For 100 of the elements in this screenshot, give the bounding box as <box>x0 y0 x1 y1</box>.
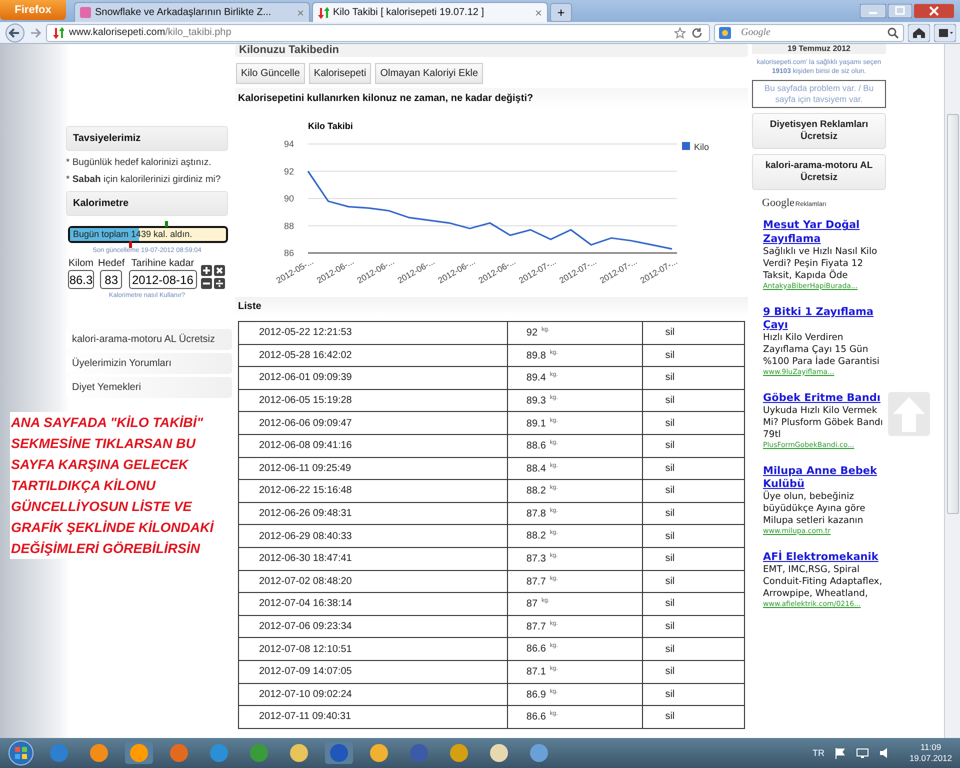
search-engine-icon <box>719 26 733 38</box>
value-field[interactable]: 2012-08-16 <box>128 270 197 289</box>
flag-icon[interactable] <box>834 747 846 759</box>
section-heading: Tavsiyelerimiz <box>66 126 228 151</box>
home-icon[interactable] <box>908 24 930 42</box>
chart-title: Kilo Takibi <box>308 121 353 131</box>
date-cell: 2012-05-22 12:21:53 <box>238 322 508 344</box>
delete-link[interactable]: sil <box>665 666 675 678</box>
ad-text: EMT, IMC,RSG, Spiral Conduit-Fiting Adaptaflex, Arrowpipe, Wheatland, <box>763 564 884 600</box>
delete-link[interactable]: sil <box>665 688 675 700</box>
delete-link[interactable]: sil <box>665 395 675 406</box>
arrows-favicon <box>318 6 329 18</box>
close-window-icon[interactable] <box>914 4 954 18</box>
delete-link[interactable]: sil <box>665 485 675 496</box>
new-tab-button[interactable]: + <box>550 3 572 22</box>
ad-text: Üye olun, bebeğiniz büyüdükçe Ayına göre Milupa setleri kazanın <box>763 490 866 527</box>
delete-link[interactable]: sil <box>665 508 675 520</box>
tab-title: Snowflake ve Arkadaşlarının Birlikte Z... <box>95 7 272 18</box>
minus-icon[interactable] <box>200 278 212 289</box>
scrollbar[interactable] <box>944 44 960 738</box>
plus-icon[interactable] <box>200 265 212 276</box>
page-button[interactable]: Olmayan Kaloriyi Ekle <box>375 63 483 84</box>
delete-link[interactable]: sil <box>665 350 675 361</box>
weight-cell: 88.6 $^{kg.}$ <box>508 434 643 458</box>
weight-cell: 86.6 $^{kg.}$ <box>508 706 643 728</box>
divide-icon[interactable] <box>214 278 225 289</box>
weight-cell: 88.2 $^{kg.}$ <box>508 480 643 502</box>
taskbar-app-icon[interactable] <box>124 741 154 765</box>
delete-link[interactable]: sil <box>665 530 675 542</box>
weight-cell: 89.8 $^{kg.}$ <box>508 344 643 367</box>
delete-link[interactable]: sil <box>665 418 675 429</box>
date-cell: 2012-06-22 15:16:48 <box>238 480 508 502</box>
delete-link[interactable]: sil <box>665 372 675 384</box>
tab-title: Kilo Takibi [ kalorisepeti 19.07.12 ] <box>333 7 486 18</box>
start-button[interactable] <box>8 740 34 766</box>
bookmark-star-icon[interactable] <box>674 26 686 38</box>
ad-title-link[interactable]: Milupa Anne Bebek Kulübü <box>763 464 886 491</box>
delete-link[interactable]: sil <box>665 553 675 564</box>
menu-item[interactable]: kalori-arama-motoru AL Ücretsiz <box>66 329 232 350</box>
network-icon[interactable] <box>856 747 870 759</box>
menu-item[interactable]: Diyet Yemekleri <box>66 377 232 398</box>
browser-tab[interactable]: Kilo Takibi [ kalorisepeti 19.07.12 ] × <box>312 2 548 22</box>
date-cell: 2012-06-29 08:40:33 <box>238 524 508 548</box>
weight-cell: 87.3 $^{kg.}$ <box>508 547 643 570</box>
recommendation-text: *Sabah için kalorilerinizi girdiniz mi? <box>66 174 222 185</box>
target-marker <box>165 221 168 227</box>
promo-button[interactable]: Diyetisyen Reklamları Ücretsiz <box>752 113 886 150</box>
page-button[interactable]: Kalorisepeti <box>308 63 372 84</box>
legend-label: Kilo <box>694 142 710 152</box>
url-text: www.kalorisepeti.com/kilo_takibi.php <box>69 27 232 38</box>
search-field[interactable]: Google <box>714 24 904 42</box>
search-icon[interactable] <box>887 26 899 38</box>
ad-title-link[interactable]: 9 Bitki 1 Zayıflama Çayı <box>763 306 886 332</box>
maximize-icon[interactable] <box>888 4 912 18</box>
clock[interactable]: 11:09 19.07.2012 <box>909 742 952 764</box>
date-cell: 2012-07-08 12:10:51 <box>238 638 508 660</box>
minimize-icon[interactable] <box>860 4 886 18</box>
date-cell: 2012-06-05 15:19:28 <box>238 389 508 412</box>
close-tab-icon[interactable]: × <box>534 6 542 20</box>
date-cell: 2012-07-04 16:38:14 <box>238 592 508 616</box>
weight-cell: 88.4 $^{kg.}$ <box>508 457 643 480</box>
weight-cell: 89.3 $^{kg.}$ <box>508 389 643 412</box>
delete-link[interactable]: sil <box>665 598 675 610</box>
y-axis-label: 94 <box>284 139 294 149</box>
ad-text: Sağlıklı ve Hızlı Nasıl Kilo Verdi? Peşin Fiyata 12 Taksit, Kapıda Öde <box>763 246 878 282</box>
reload-icon[interactable] <box>691 26 703 38</box>
value-field[interactable]: 83 <box>100 270 122 289</box>
browser-tab[interactable]: Snowflake ve Arkadaşlarının Birlikte Z... × <box>74 2 310 22</box>
language-indicator[interactable]: TR <box>812 748 824 758</box>
weight-cell: 87.1 $^{kg.}$ <box>508 660 643 683</box>
weight-cell: 87 $^{kg.}$ <box>508 592 643 616</box>
arrows-favicon <box>53 26 64 38</box>
date-cell: 2012-07-10 09:02:24 <box>238 683 508 706</box>
close-icon[interactable] <box>214 265 225 276</box>
delete-link[interactable]: sil <box>665 327 675 338</box>
field-label: Kilom <box>68 258 94 269</box>
date-cell: 2012-06-06 09:09:47 <box>238 412 508 434</box>
delete-link[interactable]: sil <box>665 711 675 722</box>
section-heading: Kalorimetre <box>66 191 228 216</box>
delete-link[interactable]: sil <box>665 644 675 655</box>
y-axis-label: 88 <box>284 220 294 231</box>
date-cell: 2012-05-28 16:42:02 <box>238 344 508 367</box>
weight-cell: 87.8 $^{kg.}$ <box>508 502 643 525</box>
date-cell: 2012-06-11 09:25:49 <box>238 457 508 480</box>
address-bar[interactable]: www.kalorisepeti.com/kilo_takibi.php <box>46 24 710 42</box>
ad-title-link[interactable]: Mesut Yar Doğal Zayıflama <box>763 219 886 246</box>
promo-button[interactable]: kalori-arama-motoru AL Ücretsiz <box>752 154 886 190</box>
forward-arrow-icon[interactable] <box>30 26 42 38</box>
ad-title-link[interactable]: AFİ Elektromekanik <box>763 550 886 564</box>
page-button[interactable]: Kilo Güncelle <box>236 63 305 84</box>
recommendation-text: * Bugünlük hedef kalorinizi aştınız. <box>66 157 212 168</box>
delete-link[interactable]: sil <box>665 440 675 452</box>
menu-item[interactable]: Üyelerimizin Yorumları <box>66 353 232 374</box>
delete-link[interactable]: sil <box>665 576 675 587</box>
bookmarks-icon[interactable] <box>934 24 956 42</box>
ad-title-link[interactable]: Göbek Eritme Bandı <box>763 392 886 405</box>
date-cell: 2012-06-08 09:41:16 <box>238 434 508 458</box>
delete-link[interactable]: sil <box>665 462 675 474</box>
delete-link[interactable]: sil <box>665 621 675 632</box>
value-field[interactable]: 86.3 <box>68 270 94 289</box>
